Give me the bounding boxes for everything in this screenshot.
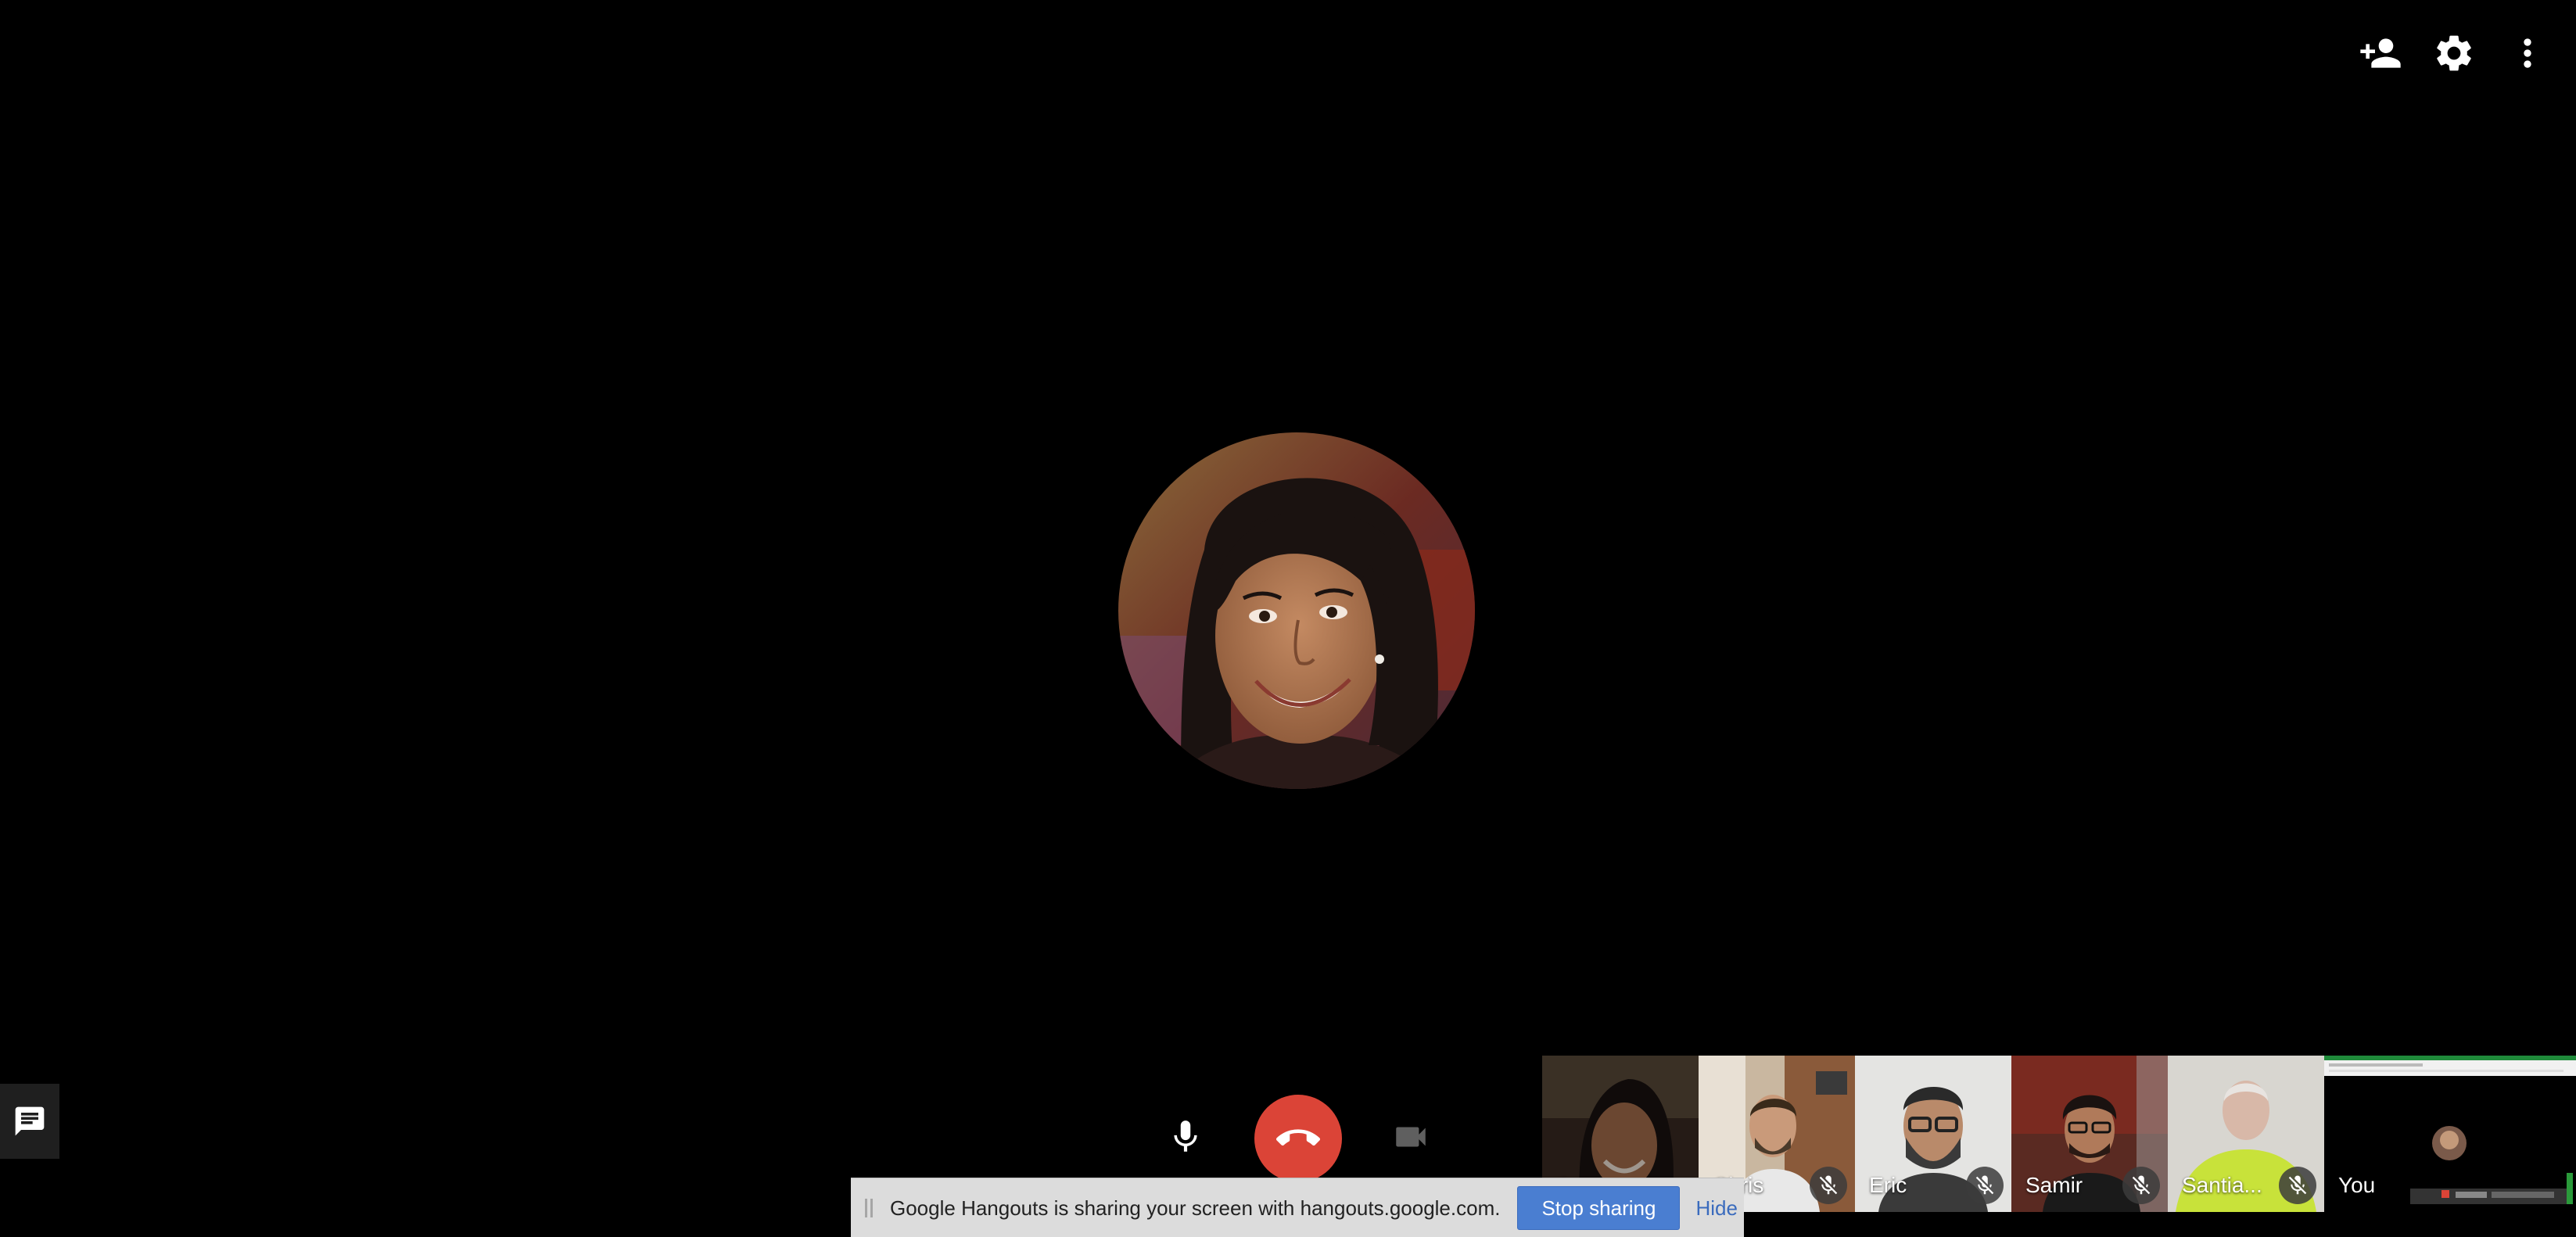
participant-tile[interactable]: Samir xyxy=(2011,1056,2168,1212)
hang-up-icon xyxy=(1276,1129,1320,1146)
participant-name: You xyxy=(2338,1173,2376,1197)
microphone-icon xyxy=(1174,1120,1197,1152)
drag-handle-icon[interactable] xyxy=(865,1199,873,1217)
hang-up-button[interactable] xyxy=(1254,1095,1342,1182)
hide-button[interactable]: Hide xyxy=(1695,1196,1737,1221)
gear-icon[interactable] xyxy=(2432,31,2476,75)
muted-mic-icon xyxy=(2122,1167,2160,1204)
main-speaker-avatar xyxy=(1118,432,1475,789)
muted-mic-icon xyxy=(1966,1167,2004,1204)
chat-toggle-button[interactable] xyxy=(0,1084,59,1159)
screen-sharing-bar: Google Hangouts is sharing your screen w… xyxy=(851,1178,1744,1237)
add-person-icon[interactable] xyxy=(2359,31,2402,75)
more-vert-icon[interactable] xyxy=(2506,31,2549,75)
participant-tile[interactable]: Santia... xyxy=(2168,1056,2324,1212)
sharing-message: Google Hangouts is sharing your screen w… xyxy=(890,1196,1501,1220)
self-view-tile[interactable]: You xyxy=(2324,1056,2576,1212)
participant-name: Samir xyxy=(2025,1173,2083,1197)
participant-tile[interactable]: Eric xyxy=(1855,1056,2011,1212)
participant-name: Santia... xyxy=(2182,1173,2262,1197)
muted-mic-icon xyxy=(2279,1167,2316,1204)
speaker-photo xyxy=(1118,432,1475,789)
participant-name: Eric xyxy=(1869,1173,1907,1197)
hangouts-call-window: Anupa... Chris xyxy=(0,0,2576,1237)
muted-mic-icon xyxy=(1810,1167,1847,1204)
chat-icon xyxy=(15,1106,45,1136)
camera-icon xyxy=(1396,1127,1426,1147)
microphone-button[interactable] xyxy=(1162,1113,1209,1160)
stop-sharing-button[interactable]: Stop sharing xyxy=(1517,1186,1681,1230)
camera-button[interactable] xyxy=(1387,1113,1434,1160)
